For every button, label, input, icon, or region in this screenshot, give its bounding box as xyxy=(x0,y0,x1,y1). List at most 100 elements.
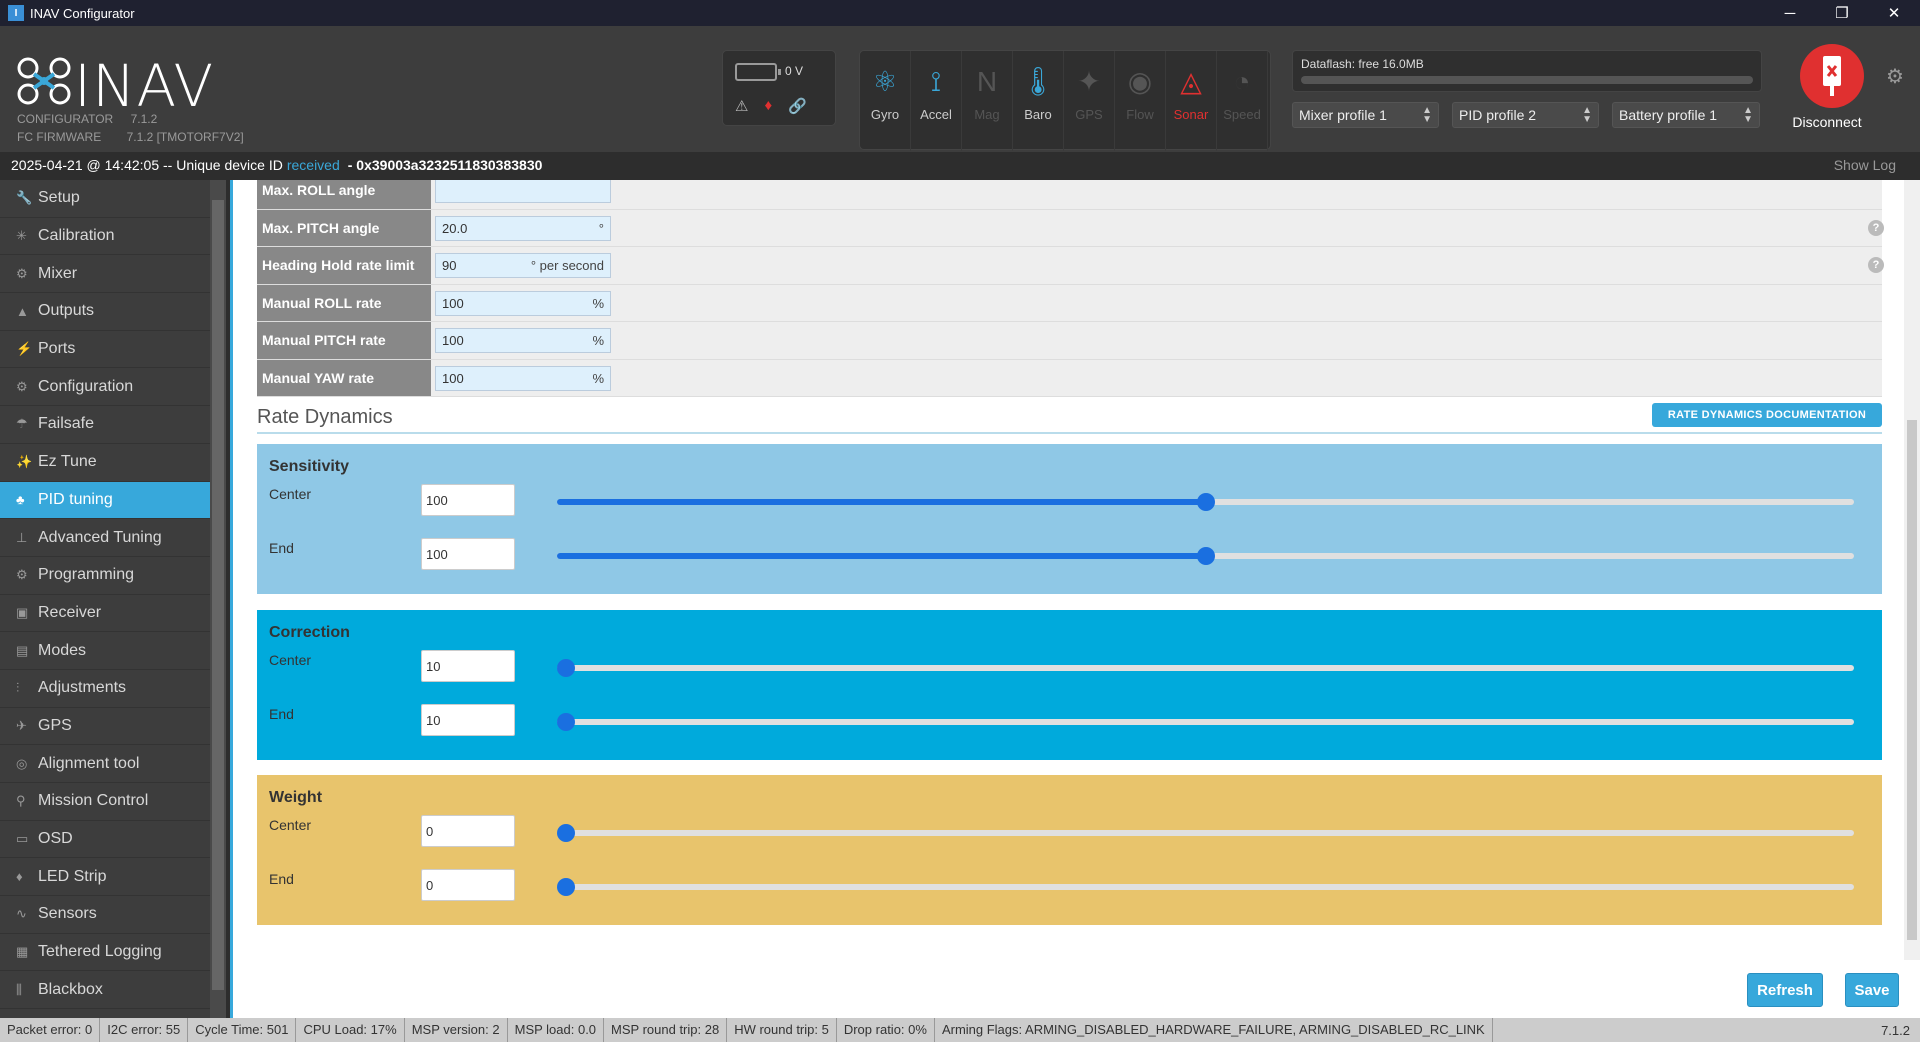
rate-value-input[interactable]: 90 ° per second xyxy=(435,253,611,278)
mixer-profile-select[interactable]: Mixer profile 1 ▲ ▼ xyxy=(1292,102,1439,128)
maximize-button[interactable]: ❐ xyxy=(1816,0,1868,26)
panel-value-input[interactable]: 100 xyxy=(421,538,515,570)
link-icon: 🔗 xyxy=(788,98,807,115)
pid-profile-select[interactable]: PID profile 2 ▲ ▼ xyxy=(1452,102,1599,128)
help-icon[interactable]: ? xyxy=(1868,219,1884,236)
magic-wand-icon: ✨ xyxy=(16,454,33,470)
sidebar-item-label: Mixer xyxy=(38,264,78,282)
dataflash-status: Dataflash: free 16.0MB xyxy=(1292,50,1762,92)
panel-slider[interactable] xyxy=(557,824,1854,842)
rate-value: 100 xyxy=(442,333,464,348)
show-log-link[interactable]: Show Log xyxy=(1834,157,1896,173)
baro-icon: 🌡 xyxy=(1020,66,1056,97)
panel-slider[interactable] xyxy=(557,493,1854,511)
sidebar-item-led-strip[interactable]: ♦ LED Strip xyxy=(0,858,210,897)
rate-value-input[interactable]: 100% xyxy=(435,365,611,391)
disconnect-button[interactable]: Disconnect xyxy=(1790,44,1864,130)
window-titlebar: I INAV Configurator ─ ❐ ✕ xyxy=(0,0,1920,26)
panel-value-input[interactable]: 10 xyxy=(421,650,515,682)
save-button[interactable]: Save xyxy=(1845,973,1899,1007)
osd-icon: ▭ xyxy=(16,831,29,847)
panel-value-input[interactable]: 100 xyxy=(421,484,515,516)
close-button[interactable]: ✕ xyxy=(1868,0,1920,26)
sidebar-item-label: Alignment tool xyxy=(38,754,140,772)
sidebar-item-ez-tune[interactable]: ✨ Ez Tune xyxy=(0,444,210,482)
usb-disconnect-icon xyxy=(1800,44,1864,108)
sidebar-scrollbar[interactable] xyxy=(210,180,226,1018)
help-icon[interactable]: ? xyxy=(1868,257,1884,273)
panel-slider[interactable] xyxy=(557,547,1854,565)
sidebar-item-outputs[interactable]: ▲ Outputs xyxy=(0,293,210,331)
slider-handle[interactable] xyxy=(557,824,575,842)
rate-dynamics-panel-correction: Correction Center 10 End 10 xyxy=(257,610,1882,760)
sidebar-item-blackbox[interactable]: ⫼ Blackbox xyxy=(0,971,210,1010)
panel-value-input[interactable]: 0 xyxy=(421,869,515,901)
sensor-label: Flow xyxy=(1126,107,1154,122)
sidebar-item-label: Mission Control xyxy=(38,792,149,810)
connection-timestamp: 2025-04-21 @ 14:42:05 -- Unique device I… xyxy=(11,157,283,173)
panel-slider[interactable] xyxy=(557,713,1854,731)
refresh-button[interactable]: Refresh xyxy=(1747,973,1823,1007)
sidebar-item-osd[interactable]: ▭ OSD xyxy=(0,821,210,859)
sidebar-item-setup[interactable]: 🔧 Setup xyxy=(0,180,210,218)
status-item: I2C error: 55 xyxy=(100,1018,189,1042)
rate-value-input[interactable]: 100% xyxy=(435,290,611,316)
sidebar-item-programming[interactable]: ⚙ Programming xyxy=(0,557,210,595)
rate-value-input[interactable] xyxy=(435,180,611,203)
sidebar-item-sensors[interactable]: ∿ Sensors xyxy=(0,896,210,934)
battery-voltage: 0 V xyxy=(785,64,804,78)
sidebar-item-ports[interactable]: ⚡ Ports xyxy=(0,331,210,369)
sidebar-item-adjustments[interactable]: ⫶ Adjustments xyxy=(0,670,210,708)
gear-icon: ⚙ xyxy=(16,378,28,394)
sidebar-item-advanced-tuning[interactable]: ⊥ Advanced Tuning xyxy=(0,519,210,557)
settings-gear-icon[interactable]: ⚙ xyxy=(1886,64,1904,89)
receiver-icon: ▣ xyxy=(16,604,29,620)
sensor-label: Sonar xyxy=(1173,107,1209,122)
sidebar-item-modes[interactable]: ▤ Modes xyxy=(0,632,210,670)
minimize-button[interactable]: ─ xyxy=(1764,0,1816,26)
rate-value-input[interactable]: 20.0 ° xyxy=(435,215,611,241)
sidebar-item-label: Ports xyxy=(38,340,76,358)
rate-unit: % xyxy=(592,295,604,311)
device-id: - 0x39003a3232511830383830 xyxy=(347,157,543,173)
sidebar-item-failsafe[interactable]: ☂ Failsafe xyxy=(0,406,210,444)
sensor-gyro: ⚛ Gyro xyxy=(860,51,911,151)
panel-value-input[interactable]: 0 xyxy=(421,815,515,847)
pid-tuning-content: Max. ROLL angle Max. PITCH angle 20.0 °? Hea… xyxy=(230,180,1920,1018)
rate-value-input[interactable]: 100% xyxy=(435,328,611,353)
panel-slider[interactable] xyxy=(557,878,1854,896)
panel-slider[interactable] xyxy=(557,659,1854,677)
panel-value-input[interactable]: 10 xyxy=(421,704,515,736)
sidebar-item-pid-tuning[interactable]: ♣ PID tuning xyxy=(0,481,210,520)
sidebar-item-mission-control[interactable]: ⚲ Mission Control xyxy=(0,783,210,821)
rate-dynamics-documentation-button[interactable]: RATE DYNAMICS DOCUMENTATION xyxy=(1652,403,1882,427)
slider-handle[interactable] xyxy=(557,878,575,896)
sidebar-item-label: Programming xyxy=(38,566,135,584)
sidebar-item-alignment-tool[interactable]: ◎ Alignment tool xyxy=(0,745,210,783)
sidebar-item-mixer[interactable]: ⚙ Mixer xyxy=(0,255,210,294)
sensor-label: Accel xyxy=(920,107,952,122)
sidebar-item-configuration[interactable]: ⚙ Configuration xyxy=(0,368,210,407)
rate-dynamics-panel-weight: Weight Center 0 End 0 xyxy=(257,775,1882,925)
firmware-version: 7.1.2 [TMOTORF7V2] xyxy=(126,130,244,144)
sidebar-item-receiver[interactable]: ▣ Receiver xyxy=(0,595,210,633)
log-icon: ▦ xyxy=(16,944,29,960)
slider-handle[interactable] xyxy=(557,713,575,731)
app-icon: I xyxy=(8,5,24,21)
sliders-icon: ⫶ xyxy=(16,680,20,696)
slider-handle[interactable] xyxy=(1196,547,1215,565)
advanced-tuning-icon: ⊥ xyxy=(16,529,28,545)
sidebar-item-calibration[interactable]: ✳ Calibration xyxy=(0,218,210,256)
slider-handle[interactable] xyxy=(1196,493,1215,511)
panel-row: End 10 xyxy=(257,704,1882,742)
led-icon: ♦ xyxy=(16,869,23,885)
slider-handle[interactable] xyxy=(557,659,575,677)
sidebar-item-gps[interactable]: ✈ GPS xyxy=(0,708,210,746)
sensor-mag: N Mag xyxy=(962,51,1013,151)
battery-profile-select[interactable]: Battery profile 1 ▲ ▼ xyxy=(1612,102,1760,128)
rate-row-label: Manual ROLL rate xyxy=(257,284,431,321)
content-scrollbar[interactable] xyxy=(1904,180,1920,960)
sidebar-nav: 🔧 Setup ✳ Calibration ⚙ Mixer ▲ Outputs ⚡ Ports ⚙ C… xyxy=(0,180,210,1018)
rate-unit: % xyxy=(592,333,604,348)
sidebar-item-tethered-logging[interactable]: ▦ Tethered Logging xyxy=(0,934,210,972)
